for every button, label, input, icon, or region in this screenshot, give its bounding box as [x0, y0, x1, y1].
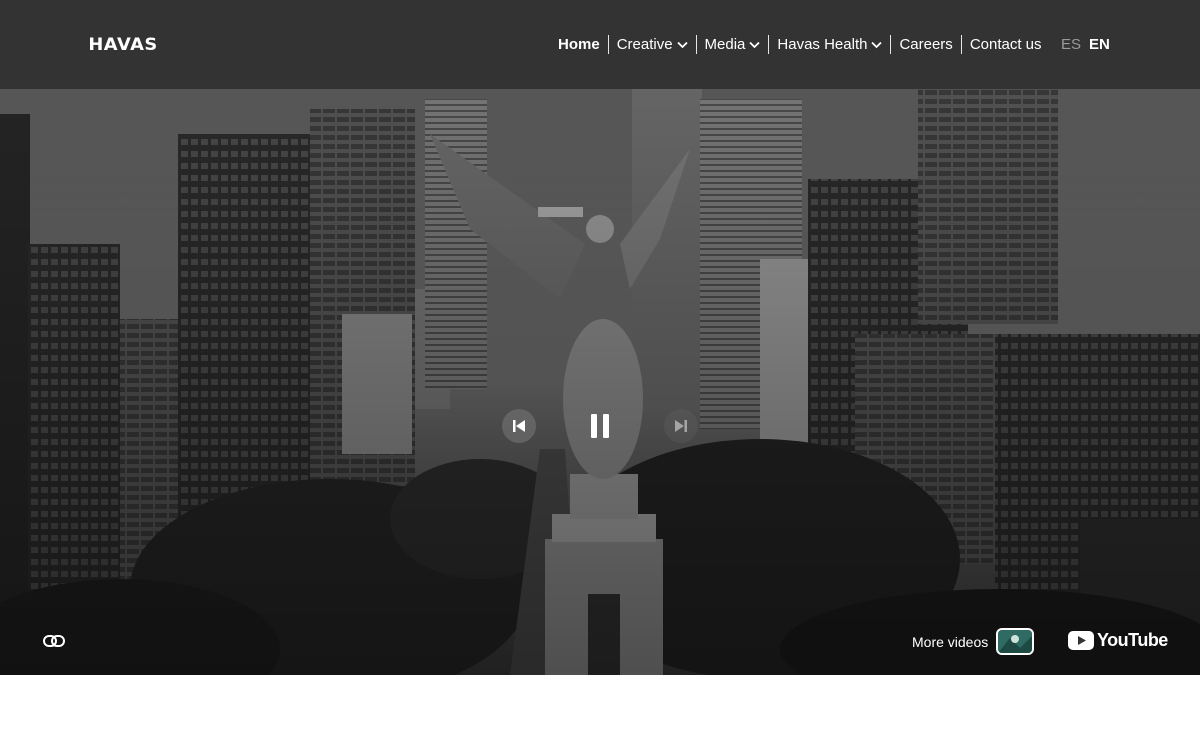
youtube-icon [1068, 631, 1094, 650]
pause-icon [591, 414, 609, 438]
more-videos-label: More videos [912, 633, 989, 650]
youtube-link[interactable]: YouTube [1068, 630, 1168, 651]
nav-item-havas-health[interactable]: Havas Health [768, 35, 890, 54]
lang-es[interactable]: ES [1061, 35, 1081, 54]
site-header: HAVAS Home Creative Media Havas Health C… [0, 0, 1200, 89]
next-video-button[interactable] [664, 409, 698, 443]
youtube-label: YouTube [1097, 630, 1168, 650]
chevron-down-icon [749, 41, 761, 48]
nav-label: Creative [616, 36, 673, 53]
nav-label: Havas Health [777, 36, 868, 53]
nav-item-contact-us[interactable]: Contact us [960, 35, 1050, 54]
city-scene-image [0, 89, 1200, 675]
hero-video[interactable] [0, 89, 1200, 675]
havas-logo[interactable]: HAVAS [88, 35, 157, 55]
nav-label: Contact us [969, 36, 1042, 53]
language-switcher: ES EN [1061, 35, 1110, 54]
link-icon[interactable] [42, 630, 66, 652]
nav-label: Media [704, 36, 746, 53]
previous-video-button[interactable] [502, 409, 536, 443]
nav-label: Careers [899, 36, 953, 53]
lang-en[interactable]: EN [1089, 35, 1110, 54]
next-icon [675, 420, 687, 432]
main-nav: Home Creative Media Havas Health Careers… [558, 35, 1050, 54]
nav-item-careers[interactable]: Careers [890, 35, 960, 54]
chevron-down-icon [676, 41, 688, 48]
chevron-down-icon [871, 41, 883, 48]
nav-label: Home [558, 36, 600, 53]
nav-item-media[interactable]: Media [695, 35, 769, 54]
nav-item-home[interactable]: Home [558, 35, 608, 54]
pause-button[interactable] [583, 409, 617, 443]
nav-item-creative[interactable]: Creative [607, 35, 696, 54]
previous-icon [513, 420, 525, 432]
more-videos-button[interactable]: More videos [912, 628, 1035, 655]
video-thumbnail [996, 628, 1035, 655]
